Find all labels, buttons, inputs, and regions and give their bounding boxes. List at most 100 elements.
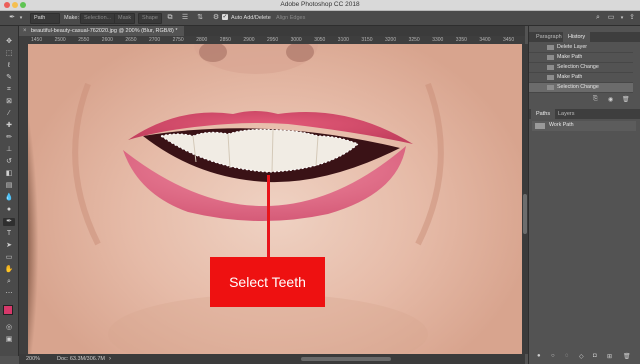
ruler-tick-label: 2700 [149, 37, 161, 43]
new-document-icon[interactable]: ⎘ [593, 96, 598, 103]
ruler-tick-label: 3450 [503, 37, 515, 43]
eraser-tool-icon[interactable]: ◧ [3, 170, 15, 178]
lasso-tool-icon[interactable]: ℓ [3, 62, 15, 70]
workspace-icon[interactable]: ▭ [607, 14, 615, 22]
stroke-path-icon[interactable]: ○ [551, 353, 555, 359]
history-item-selected[interactable]: Selection Change [529, 83, 633, 93]
path-operations-icon[interactable]: ⧉ [166, 14, 174, 22]
make-path-icon[interactable]: ◇ [579, 353, 584, 360]
close-icon[interactable]: × [23, 26, 27, 36]
mode-dropdown[interactable]: Path [30, 13, 60, 24]
mask-button[interactable]: Mask [114, 13, 136, 24]
history-state-icon [547, 45, 554, 50]
load-selection-icon[interactable]: ◌ [565, 353, 569, 359]
document-tab-bar: × beautiful-beauty-casual-762020.jpg @ 2… [19, 26, 525, 36]
tab-history[interactable]: History [563, 32, 591, 42]
search-icon[interactable]: ⌕ [594, 14, 602, 22]
tab-paths[interactable]: Paths [531, 109, 556, 119]
type-tool-icon[interactable]: T [3, 230, 15, 238]
pen-icon[interactable]: ✒ [8, 14, 16, 22]
clone-stamp-tool-icon[interactable]: ⊥ [3, 146, 15, 154]
fill-path-icon[interactable]: ● [537, 353, 541, 359]
ruler-tick-label: 3050 [314, 37, 326, 43]
chevron-right-icon[interactable]: › [109, 354, 111, 364]
history-item[interactable]: Delete Layer [529, 43, 633, 53]
pen-tool-icon[interactable]: ✒ [3, 218, 15, 226]
quick-selection-tool-icon[interactable]: ✎ [3, 74, 15, 82]
crop-tool-icon[interactable]: ⌗ [3, 86, 15, 94]
rectangle-tool-icon[interactable]: ▭ [3, 254, 15, 262]
make-label: Make: [64, 15, 79, 21]
hand-tool-icon[interactable]: ✋ [3, 266, 15, 274]
scroll-thumb[interactable] [523, 194, 527, 234]
ruler-tick-label: 3200 [385, 37, 397, 43]
photo-smile [72, 44, 444, 354]
ruler-tick-label: 3000 [290, 37, 302, 43]
ruler-tick-label: 2950 [267, 37, 279, 43]
marquee-tool-icon[interactable]: ⬚ [3, 50, 15, 58]
vertical-ruler[interactable] [19, 44, 28, 354]
eyedropper-tool-icon[interactable]: ⁄ [3, 110, 15, 118]
ruler-tick-label: 2900 [243, 37, 255, 43]
paths-panel-tabs: Paths Layers [529, 109, 640, 119]
path-thumbnail [535, 123, 545, 129]
ruler-tick-label: 3400 [479, 37, 491, 43]
ruler-tick-label: 2650 [125, 37, 137, 43]
title-bar: Adobe Photoshop CC 2018 [0, 0, 640, 11]
zoom-tool-icon[interactable]: ⌕ [3, 278, 15, 286]
add-mask-icon[interactable]: ◘ [593, 353, 597, 359]
gradient-tool-icon[interactable]: ▤ [3, 182, 15, 190]
ruler-tick-label: 2500 [54, 37, 66, 43]
document-tab[interactable]: × beautiful-beauty-casual-762020.jpg @ 2… [19, 26, 184, 36]
ruler-corner[interactable] [19, 36, 28, 44]
ruler-tick-label: 2800 [196, 37, 208, 43]
blur-tool-icon[interactable]: 💧 [3, 194, 15, 202]
move-tool-icon[interactable]: ✥ [3, 38, 15, 46]
document-canvas[interactable] [28, 44, 522, 354]
selection-button[interactable]: Selection... [80, 13, 116, 24]
history-item[interactable]: Make Path [529, 53, 633, 63]
right-panels: Paragraph History Delete Layer Make Path… [528, 26, 640, 364]
path-selection-tool-icon[interactable]: ➤ [3, 242, 15, 250]
screen-mode-icon[interactable]: ▣ [3, 336, 15, 344]
horizontal-scrollbar[interactable] [301, 357, 391, 361]
status-bar: 200% Doc: 63.3M/306.7M › [19, 354, 525, 364]
more-tools-icon[interactable]: ⋯ [3, 290, 15, 298]
path-arrangement-icon[interactable]: ⇅ [196, 14, 204, 22]
tools-panel: ✥ ⬚ ℓ ✎ ⌗ ⊠ ⁄ ✚ ✏ ⊥ ↺ ◧ ▤ 💧 ● ✒ T ➤ ▭ ✋ … [0, 26, 19, 356]
history-state-icon [547, 55, 554, 60]
quick-mask-icon[interactable]: ◎ [3, 324, 15, 332]
chevron-down-icon[interactable]: ▾ [618, 14, 626, 22]
tab-layers[interactable]: Layers [553, 109, 580, 119]
horizontal-ruler[interactable]: 1450 2500 2550 2600 2650 2700 2750 2800 2850 2900… [28, 36, 525, 44]
frame-tool-icon[interactable]: ⊠ [3, 98, 15, 106]
annotation-line [267, 175, 270, 257]
trash-icon[interactable]: 🗑 [623, 353, 631, 360]
brush-tool-icon[interactable]: ✏ [3, 134, 15, 142]
annotation-label: Select Teeth [210, 257, 325, 307]
history-brush-tool-icon[interactable]: ↺ [3, 158, 15, 166]
path-alignment-icon[interactable]: ☰ [181, 14, 189, 22]
auto-add-delete-checkbox[interactable]: ✓ [222, 14, 228, 20]
dodge-tool-icon[interactable]: ● [3, 206, 15, 214]
ruler-tick-label: 3250 [408, 37, 420, 43]
window-title: Adobe Photoshop CC 2018 [280, 1, 360, 8]
trash-icon[interactable]: 🗑 [622, 96, 630, 103]
ruler-tick-label: 2600 [101, 37, 113, 43]
auto-add-delete-label: Auto Add/Delete [231, 15, 271, 21]
gear-icon[interactable]: ⚙ [212, 14, 220, 22]
chevron-down-icon[interactable]: ▾ [17, 14, 25, 22]
share-icon[interactable]: ⇪ [628, 14, 636, 22]
path-item-work-path[interactable]: Work Path [532, 121, 636, 131]
camera-icon[interactable]: ◉ [608, 96, 613, 103]
history-item[interactable]: Selection Change [529, 63, 633, 73]
ruler-tick-label: 3300 [432, 37, 444, 43]
new-path-icon[interactable]: ⊞ [607, 353, 612, 360]
history-item[interactable]: Make Path [529, 73, 633, 83]
foreground-color-swatch[interactable] [3, 305, 13, 315]
shape-button[interactable]: Shape [138, 13, 162, 24]
tab-paragraph[interactable]: Paragraph [531, 32, 567, 42]
healing-brush-tool-icon[interactable]: ✚ [3, 122, 15, 130]
zoom-level[interactable]: 200% [26, 354, 40, 364]
doc-info[interactable]: Doc: 63.3M/306.7M [57, 354, 105, 364]
